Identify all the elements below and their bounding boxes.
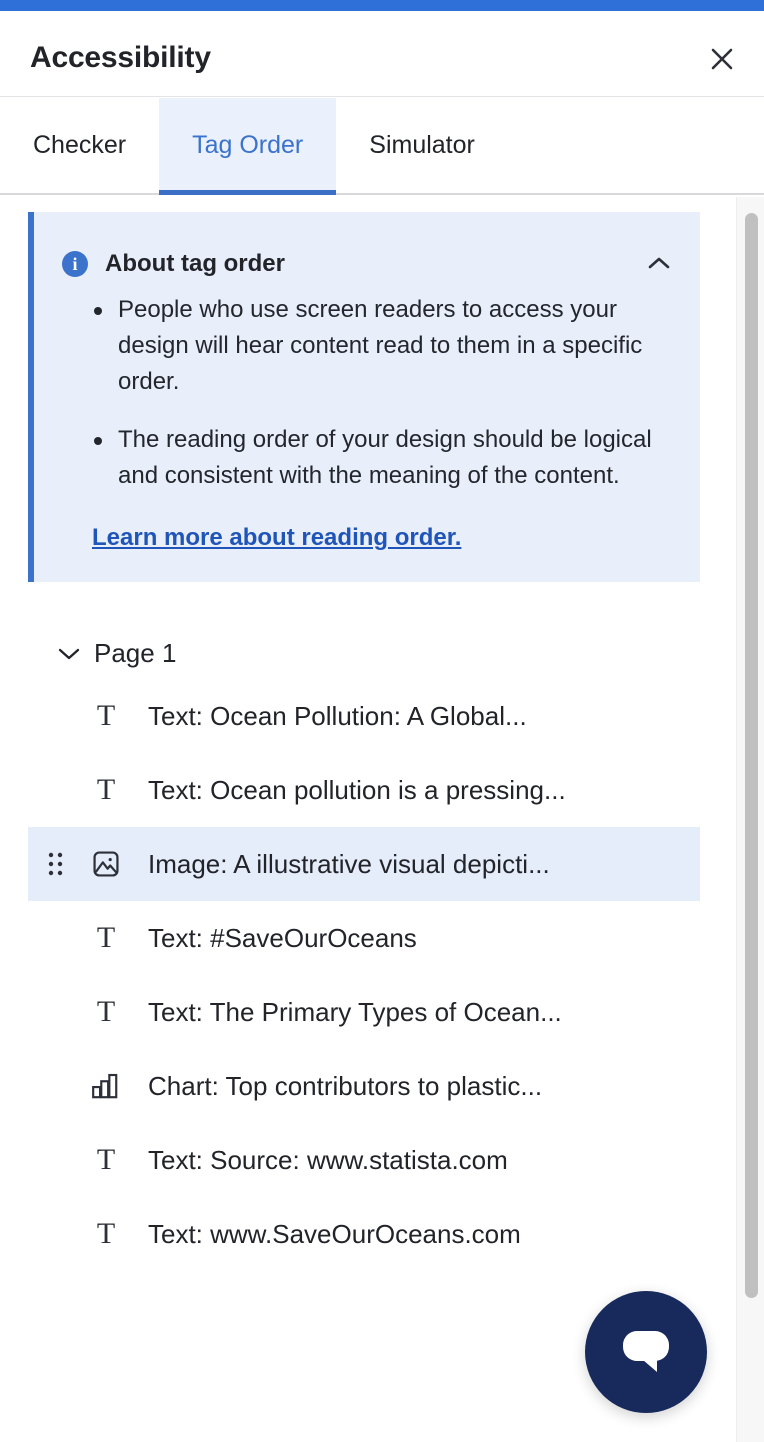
tree-item-text-3[interactable]: T Text: #SaveOurOceans bbox=[28, 901, 700, 975]
vertical-scrollbar-thumb[interactable] bbox=[745, 213, 758, 1298]
close-button[interactable] bbox=[702, 39, 742, 79]
tree-item-chart[interactable]: Chart: Top contributors to plastic... bbox=[28, 1049, 700, 1123]
chevron-up-icon bbox=[647, 255, 671, 276]
tree-item-label: Text: Ocean pollution is a pressing... bbox=[148, 774, 566, 805]
tree-item-label: Text: Ocean Pollution: A Global... bbox=[148, 700, 527, 731]
list-item: The reading order of your design should … bbox=[94, 422, 674, 494]
tree-item-label: Chart: Top contributors to plastic... bbox=[148, 1070, 543, 1101]
tree-item-image[interactable]: Image: A illustrative visual depicti... bbox=[28, 827, 700, 901]
tree-item-label: Text: #SaveOurOceans bbox=[148, 922, 417, 953]
tab-checker[interactable]: Checker bbox=[0, 98, 159, 193]
callout-header: i About tag order bbox=[62, 250, 674, 278]
text-icon: T bbox=[96, 1217, 116, 1250]
text-icon: T bbox=[96, 1143, 116, 1176]
tab-simulator[interactable]: Simulator bbox=[336, 98, 508, 193]
tree-item-text-1[interactable]: T Text: Ocean Pollution: A Global... bbox=[28, 679, 700, 753]
drag-handle-icon[interactable] bbox=[46, 851, 66, 877]
page-title: Accessibility bbox=[30, 41, 211, 74]
info-icon: i bbox=[62, 251, 88, 277]
learn-more-link[interactable]: Learn more about reading order. bbox=[92, 524, 461, 552]
text-icon: T bbox=[96, 699, 116, 732]
about-tag-order-callout: i About tag order People who use screen … bbox=[28, 212, 700, 582]
close-icon bbox=[709, 46, 735, 72]
chart-icon bbox=[90, 1073, 122, 1099]
tree-item-text-6[interactable]: T Text: www.SaveOurOceans.com bbox=[28, 1197, 700, 1271]
tab-tag-order[interactable]: Tag Order bbox=[159, 98, 337, 195]
tree-item-label: Text: The Primary Types of Ocean... bbox=[148, 996, 562, 1027]
tree-item-label: Text: www.SaveOurOceans.com bbox=[148, 1218, 521, 1249]
chat-launcher-button[interactable] bbox=[585, 1291, 707, 1413]
tag-order-panel-body: i About tag order People who use screen … bbox=[0, 197, 764, 1442]
chevron-down-icon bbox=[56, 645, 82, 661]
panel-header: Accessibility bbox=[0, 11, 764, 97]
chat-bubble-icon bbox=[617, 1323, 675, 1382]
callout-collapse-button[interactable] bbox=[644, 252, 674, 278]
tree-item-label: Image: A illustrative visual depicti... bbox=[148, 848, 550, 879]
vertical-scrollbar-track[interactable] bbox=[736, 197, 764, 1442]
text-icon: T bbox=[96, 921, 116, 954]
image-icon bbox=[90, 850, 122, 878]
tree-item-label: Text: Source: www.statista.com bbox=[148, 1144, 508, 1175]
top-accent-bar bbox=[0, 0, 764, 11]
tree-item-text-4[interactable]: T Text: The Primary Types of Ocean... bbox=[28, 975, 700, 1049]
tag-order-tree: Page 1 T Text: Ocean Pollution: A Global… bbox=[0, 627, 730, 1271]
callout-title: About tag order bbox=[105, 250, 285, 277]
list-item: People who use screen readers to access … bbox=[94, 292, 674, 400]
tree-item-text-5[interactable]: T Text: Source: www.statista.com bbox=[28, 1123, 700, 1197]
callout-bullet-list: People who use screen readers to access … bbox=[62, 292, 674, 494]
tree-group-label: Page 1 bbox=[94, 637, 177, 668]
tab-bar: Checker Tag Order Simulator bbox=[0, 98, 764, 195]
text-icon: T bbox=[96, 995, 116, 1028]
tree-group-page-1[interactable]: Page 1 bbox=[0, 627, 730, 679]
text-icon: T bbox=[96, 773, 116, 806]
tree-item-text-2[interactable]: T Text: Ocean pollution is a pressing... bbox=[28, 753, 700, 827]
